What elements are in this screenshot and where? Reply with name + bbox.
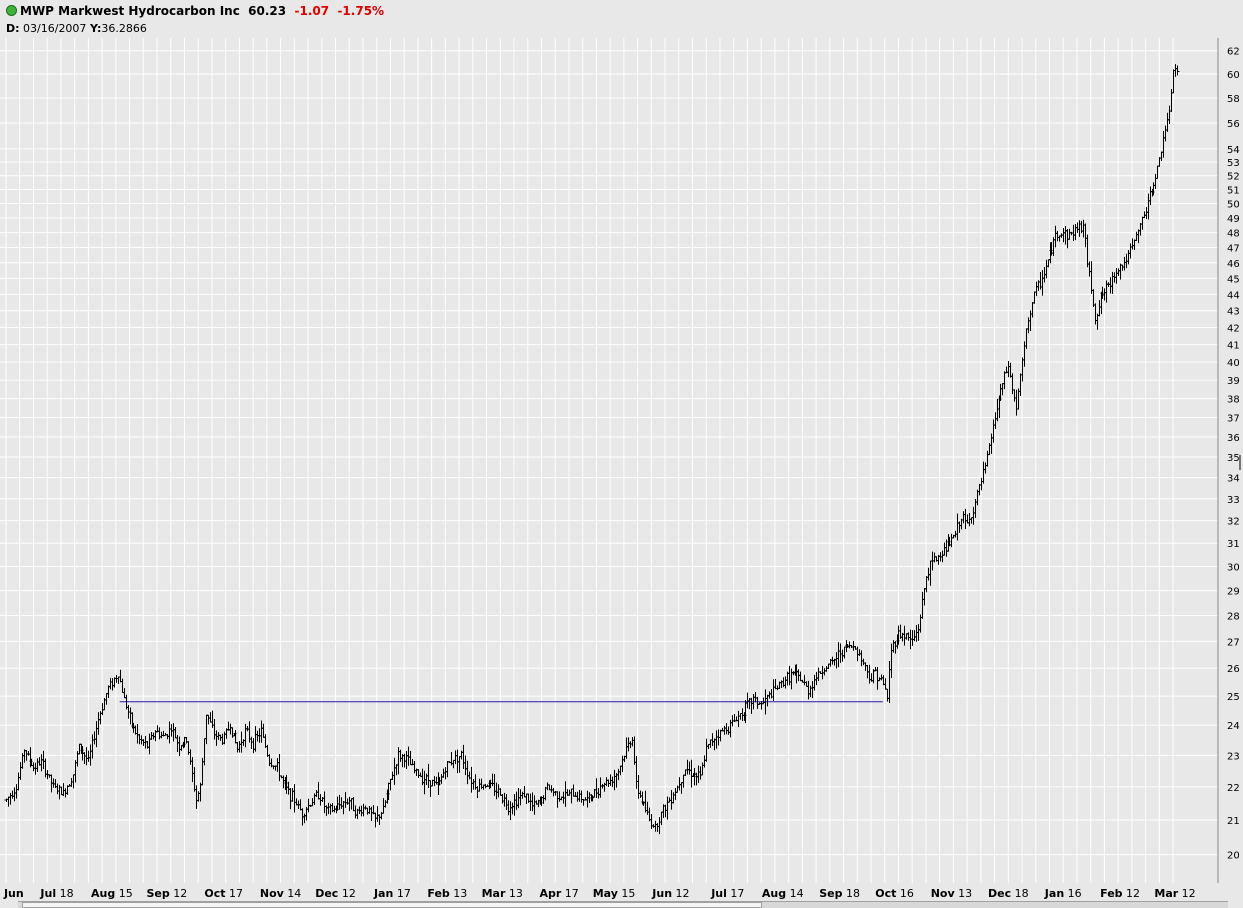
date-tick-label: Dec 18	[988, 887, 1029, 900]
date-axis-labels: Jun Jul 18 Aug 15 Sep 12 Oct 17 Nov 14 Dec 12 J…	[3, 887, 1196, 900]
date-tick-label: Oct 17	[204, 887, 243, 900]
date-tick-label: May 15	[593, 887, 636, 900]
price-tick-label: 51	[1227, 185, 1240, 196]
date-tick-label: Feb 12	[1100, 887, 1140, 900]
date-tick-label: Aug 15	[91, 887, 133, 900]
price-tick-label: 39	[1227, 376, 1240, 387]
price-tick-label: 36	[1227, 433, 1240, 444]
price-tick-label: 48	[1227, 229, 1240, 240]
price-tick-label: 31	[1227, 539, 1240, 550]
price-tick-label: 50	[1227, 200, 1240, 211]
price-axis-labels: 20 21 22 23 24 25 26 27 28 29 30 31 32 33 34 35 36 37 38 39…	[1227, 47, 1240, 862]
price-tick-label: 54	[1227, 145, 1240, 156]
price-tick-label: 42	[1227, 323, 1240, 334]
price-tick-label: 46	[1227, 259, 1240, 270]
price-tick-label: 27	[1227, 637, 1240, 648]
price-tick-label: 32	[1227, 517, 1240, 528]
price-tick-label: 30	[1227, 563, 1240, 574]
scrollbar-thumb[interactable]	[22, 902, 762, 908]
price-tick-label: 41	[1227, 341, 1240, 352]
price-tick-label: 44	[1227, 290, 1240, 301]
price-tick-label: 22	[1227, 783, 1240, 794]
price-tick-label: 53	[1227, 158, 1240, 169]
price-tick-label: 21	[1227, 816, 1240, 827]
price-tick-label: 29	[1227, 587, 1240, 598]
price-tick-label: 52	[1227, 172, 1240, 183]
date-tick-label: Jan 16	[1044, 887, 1082, 900]
price-chart[interactable]: 20 21 22 23 24 25 26 27 28 29 30 31 32 33 34 35 36 37 38 39…	[0, 0, 1243, 907]
price-tick-label: 37	[1227, 414, 1240, 425]
date-tick-label: Dec 12	[315, 887, 356, 900]
price-tick-label: 24	[1227, 721, 1240, 732]
date-tick-label: Feb 13	[427, 887, 467, 900]
price-tick-label: 38	[1227, 395, 1240, 406]
price-tick-label: 25	[1227, 692, 1240, 703]
price-tick-label: 56	[1227, 119, 1240, 130]
date-tick-label: Aug 14	[762, 887, 804, 900]
price-tick-label: 43	[1227, 307, 1240, 318]
price-tick-label: 47	[1227, 244, 1240, 255]
price-tick-label: 28	[1227, 612, 1240, 623]
price-tick-label: 45	[1227, 274, 1240, 285]
date-tick-label: Sep 12	[146, 887, 187, 900]
price-tick-label: 35	[1227, 453, 1240, 464]
date-tick-label: Apr 17	[539, 887, 578, 900]
date-tick-label: Jan 17	[373, 887, 411, 900]
date-tick-label: Sep 18	[819, 887, 860, 900]
price-tick-label: 33	[1227, 495, 1240, 506]
price-tick-label: 26	[1227, 664, 1240, 675]
date-tick-label: Nov 14	[260, 887, 301, 900]
date-tick-label: Jul 17	[710, 887, 744, 900]
price-tick-label: 34	[1227, 474, 1240, 485]
price-tick-label: 62	[1227, 47, 1240, 58]
date-tick-label: Jun 12	[651, 887, 689, 900]
date-tick-label: Jun	[3, 887, 24, 900]
price-tick-label: 49	[1227, 214, 1240, 225]
date-tick-label: Mar 13	[482, 887, 523, 900]
price-tick-label: 58	[1227, 94, 1240, 105]
price-tick-label: 23	[1227, 751, 1240, 762]
date-tick-label: Mar 12	[1154, 887, 1195, 900]
price-tick-label: 40	[1227, 358, 1240, 369]
price-tick-label: 60	[1227, 70, 1240, 81]
date-tick-label: Jul 18	[39, 887, 73, 900]
price-tick-label: 20	[1227, 851, 1240, 862]
date-tick-label: Nov 13	[931, 887, 972, 900]
date-tick-label: Oct 16	[875, 887, 914, 900]
